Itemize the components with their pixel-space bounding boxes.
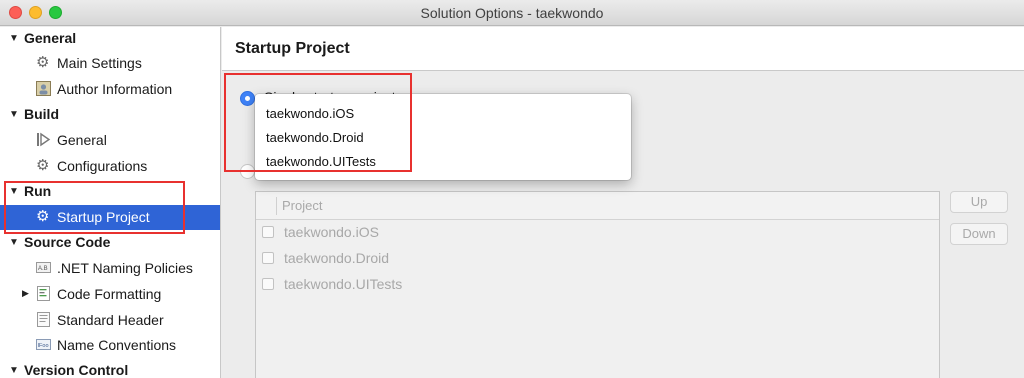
table-header: Project: [256, 192, 939, 220]
table-row[interactable]: taekwondo.Droid: [256, 246, 939, 272]
sidebar-item-code-formatting[interactable]: ▶ Code Formatting: [0, 282, 220, 307]
disclosure-triangle-icon[interactable]: ▼: [9, 365, 19, 376]
project-checkbox[interactable]: [262, 226, 274, 238]
table-row[interactable]: taekwondo.UITests: [256, 272, 939, 298]
disclosure-triangle-icon[interactable]: ▼: [9, 237, 19, 248]
ifoo-icon: IFoo: [36, 337, 51, 352]
project-name: taekwondo.iOS: [284, 224, 379, 240]
window-title: Solution Options - taekwondo: [420, 5, 604, 21]
project-table: Project taekwondo.iOS taekwondo.Droid ta…: [255, 191, 940, 378]
title-bar: Solution Options - taekwondo: [0, 0, 1024, 26]
project-name: taekwondo.UITests: [284, 276, 403, 292]
sidebar-item-main-settings[interactable]: ⚙ Main Settings: [0, 51, 220, 76]
sidebar-section-source-code[interactable]: ▼ Source Code: [0, 231, 220, 256]
build-arrow-icon: [36, 132, 51, 147]
document-icon: [36, 312, 51, 327]
expand-triangle-icon[interactable]: ▶: [22, 288, 29, 299]
sidebar-section-build[interactable]: ▼ Build: [0, 103, 220, 128]
sidebar-item-label: .NET Naming Policies: [57, 260, 193, 276]
options-sidebar: ▼ General ⚙ Main Settings Author Informa…: [0, 27, 221, 378]
sidebar-item-configurations[interactable]: ⚙ Configurations: [0, 154, 220, 179]
column-separator: [276, 197, 277, 215]
sidebar-section-label: Source Code: [24, 234, 111, 250]
sidebar-item-label: Name Conventions: [57, 337, 177, 353]
sidebar-item-label: General: [57, 132, 107, 148]
sidebar-item-label: Code Formatting: [57, 286, 162, 302]
svg-text:IFoo: IFoo: [38, 343, 49, 349]
project-checkbox[interactable]: [262, 278, 274, 290]
sidebar-item-label: Author Information: [57, 81, 173, 97]
sidebar-item-build-general[interactable]: General: [0, 128, 220, 153]
sidebar-item-label: Main Settings: [57, 55, 142, 71]
highlight-box: [4, 181, 185, 234]
sidebar-item-label: Standard Header: [57, 312, 164, 328]
project-name: taekwondo.Droid: [284, 250, 390, 266]
sidebar-section-version-control[interactable]: ▼ Version Control: [0, 359, 220, 378]
code-file-icon: [36, 286, 51, 301]
main-panel: Startup Project Single startup project: …: [222, 27, 1024, 378]
sidebar-item-name-conventions[interactable]: IFoo Name Conventions: [0, 333, 220, 358]
sidebar-section-label: Build: [24, 106, 59, 122]
svg-text:A.B: A.B: [38, 266, 48, 272]
sidebar-section-general[interactable]: ▼ General: [0, 27, 220, 52]
gear-icon: ⚙: [36, 157, 50, 174]
highlight-box: [224, 73, 412, 172]
move-down-button[interactable]: Down: [950, 223, 1008, 245]
page-title: Startup Project: [235, 40, 350, 57]
sidebar-item-standard-header[interactable]: Standard Header: [0, 308, 220, 333]
panel-header: Startup Project: [222, 27, 1024, 71]
column-header-project[interactable]: Project: [282, 198, 322, 213]
disclosure-triangle-icon[interactable]: ▼: [9, 33, 19, 44]
disclosure-triangle-icon[interactable]: ▼: [9, 109, 19, 120]
author-card-icon: [36, 81, 51, 96]
ab-icon: A.B: [36, 260, 51, 275]
sidebar-item-net-naming-policies[interactable]: A.B .NET Naming Policies: [0, 256, 220, 281]
sidebar-section-label: Version Control: [24, 362, 129, 378]
table-row[interactable]: taekwondo.iOS: [256, 220, 939, 246]
gear-icon: ⚙: [36, 54, 50, 71]
sidebar-item-author-information[interactable]: Author Information: [0, 77, 220, 102]
sidebar-item-label: Configurations: [57, 158, 148, 174]
sidebar-section-label: General: [24, 30, 77, 46]
project-checkbox[interactable]: [262, 252, 274, 264]
move-up-button[interactable]: Up: [950, 191, 1008, 213]
